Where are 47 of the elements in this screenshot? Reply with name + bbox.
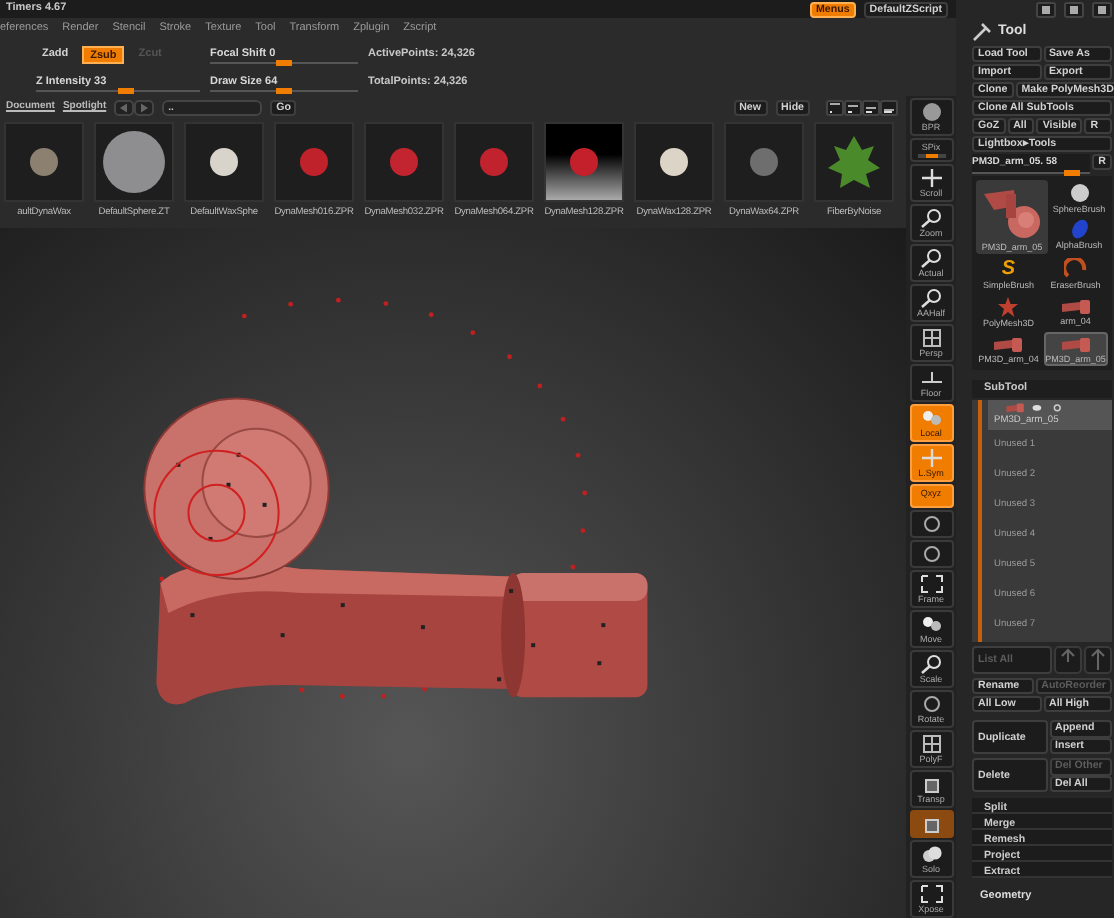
cloud-icon	[919, 844, 943, 864]
thumbnail[interactable]	[364, 122, 444, 202]
cube-icon	[919, 814, 943, 834]
viewport-button[interactable]	[909, 810, 953, 838]
dots-icon	[919, 408, 943, 428]
thumbnail[interactable]	[4, 122, 84, 202]
slider-thumb[interactable]	[1064, 170, 1081, 176]
slider-thumb[interactable]	[118, 88, 135, 94]
thumbnail[interactable]	[724, 122, 804, 202]
brush-glyph: S	[1001, 258, 1016, 280]
scroll-bar[interactable]	[978, 400, 982, 642]
viewport-button[interactable]	[909, 540, 953, 568]
thumbnail[interactable]	[184, 122, 264, 202]
arm-icon	[1059, 296, 1092, 316]
arm-icon	[1059, 334, 1092, 354]
sphere-icon	[1067, 182, 1091, 204]
sphere-icon	[919, 102, 943, 122]
star-icon	[996, 296, 1021, 318]
thumbnail[interactable]	[544, 122, 624, 202]
dots-icon	[919, 614, 943, 634]
arrows-icon	[919, 168, 943, 188]
magnifier-icon	[919, 248, 943, 268]
forward-icon	[134, 100, 155, 116]
magnifier-icon	[919, 208, 943, 228]
magnifier-icon	[919, 654, 943, 674]
grid-icon	[919, 734, 943, 754]
thumbnail[interactable]	[454, 122, 534, 202]
grid-icon	[919, 328, 943, 348]
thumbnail[interactable]	[634, 122, 714, 202]
magnifier-icon	[919, 288, 943, 308]
thumbnail[interactable]	[814, 122, 894, 202]
frame-icon	[919, 884, 943, 904]
arm-icon	[992, 334, 1025, 354]
slider-thumb[interactable]	[276, 60, 292, 66]
back-icon	[114, 100, 135, 116]
viewport-button[interactable]	[909, 510, 953, 538]
thumbnail[interactable]	[274, 122, 354, 202]
floor-icon	[919, 368, 943, 388]
arrows-icon	[919, 448, 943, 468]
ring-icon	[919, 694, 943, 714]
frame-icon	[919, 574, 943, 594]
ring-icon	[919, 514, 943, 534]
alpha-icon	[1067, 218, 1091, 240]
ring-icon	[919, 544, 943, 564]
eraser-icon	[1063, 258, 1088, 280]
cube-icon	[919, 774, 943, 794]
slider-thumb[interactable]	[276, 88, 292, 94]
